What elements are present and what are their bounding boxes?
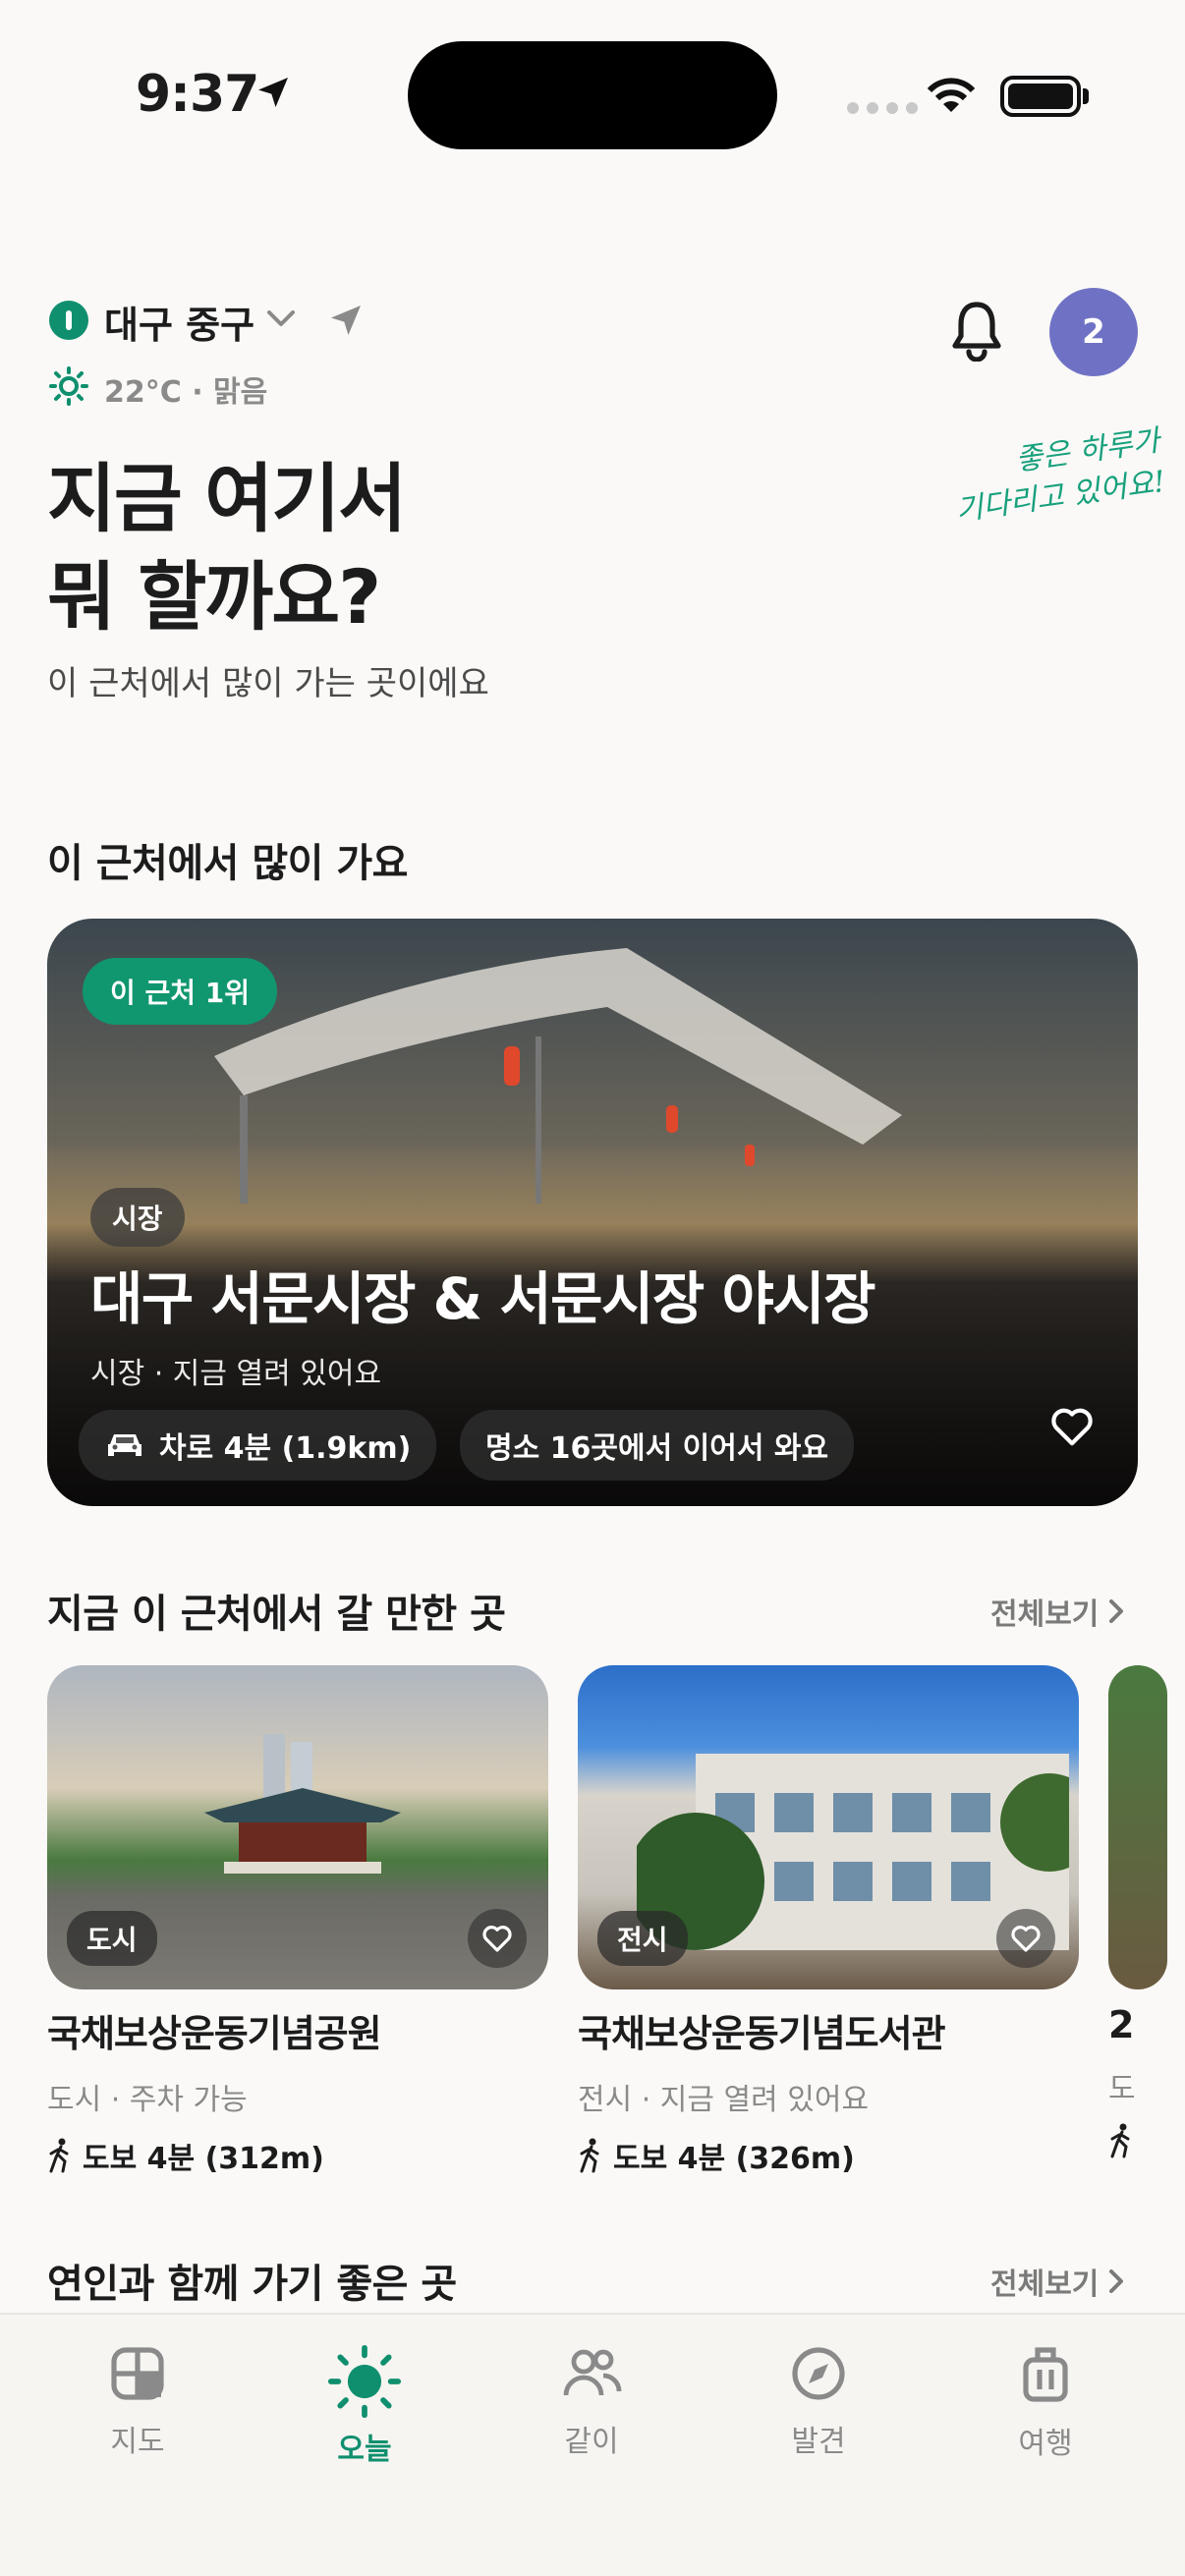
- current-location-icon[interactable]: [326, 301, 366, 340]
- walking-icon: [580, 2138, 599, 2173]
- see-all-couple-link[interactable]: 전체보기: [990, 2260, 1126, 2303]
- featured-place-card[interactable]: 이 근처 1위 시장 대구 서문시장 & 서문시장 야시장 시장 · 지금 열려…: [47, 919, 1138, 1506]
- chevron-down-icon[interactable]: [263, 307, 299, 330]
- tab-label: 여행: [1018, 2427, 1073, 2461]
- linked-places-chip: 명소 16곳에서 이어서 와요: [460, 1410, 855, 1481]
- drive-distance-chip: 차로 4분 (1.9km): [79, 1410, 437, 1481]
- location-label[interactable]: 대구 중구: [104, 295, 254, 349]
- place-meta: 도시 · 주차 가능: [47, 2083, 248, 2117]
- heart-button[interactable]: [468, 1909, 527, 1968]
- market-canopy-illustration: [214, 948, 902, 1204]
- avatar[interactable]: 2: [1049, 288, 1138, 376]
- dynamic-island: [408, 41, 777, 149]
- weather-label: 22°C · 맑음: [104, 375, 268, 410]
- pavilion-illustration: [204, 1734, 401, 1874]
- page-subtitle: 이 근처에서 많이 가는 곳이에요: [47, 664, 489, 703]
- place-name: 2: [1108, 2003, 1134, 2046]
- walk-distance-text: 도보 4분 (312m): [83, 2142, 324, 2176]
- tab-label: 발견: [791, 2425, 846, 2459]
- tab-label: 지도: [110, 2425, 165, 2459]
- sun-icon: [49, 366, 88, 406]
- tab-bar: 지도 오늘 같이 발견 여행: [0, 2313, 1185, 2576]
- chevron-right-icon: [1109, 1599, 1124, 1623]
- location-arrow-icon: [258, 78, 288, 107]
- car-icon: [108, 1434, 141, 1456]
- place-card[interactable]: 도시 국채보상운동기념공원 도시 · 주차 가능 도보 4분 (312m): [47, 1665, 548, 2177]
- rank-badge: 이 근처 1위: [83, 958, 278, 1025]
- heart-icon[interactable]: [1049, 1406, 1095, 1447]
- tab-label: 오늘: [337, 2433, 392, 2467]
- walk-distance: 도보 4분 (326m): [578, 2134, 1079, 2177]
- heart-icon: [482, 1926, 512, 1952]
- place-name: 국채보상운동기념도서관: [578, 2012, 946, 2055]
- place-category-pill: 도시: [67, 1911, 157, 1966]
- chevron-right-icon: [1109, 2269, 1124, 2293]
- section-title-nearby: 지금 이 근처에서 갈 만한 곳: [47, 1592, 506, 1637]
- walk-distance-text: 도보 4분 (326m): [613, 2142, 855, 2176]
- tab-together[interactable]: 같이: [513, 2344, 670, 2460]
- place-meta: 도: [1108, 2072, 1136, 2106]
- battery-cap: [1083, 88, 1089, 104]
- bell-icon[interactable]: [947, 299, 1006, 362]
- tab-travel[interactable]: 여행: [967, 2344, 1124, 2462]
- wifi-icon: [927, 78, 976, 112]
- place-name: 국채보상운동기념공원: [47, 2012, 382, 2055]
- people-icon: [563, 2349, 622, 2396]
- luggage-icon: [1023, 2347, 1068, 2402]
- featured-subtitle: 시장 · 지금 열려 있어요: [90, 1357, 382, 1391]
- place-image: [1108, 1665, 1167, 1989]
- section-title-popular: 이 근처에서 많이 가요: [47, 841, 408, 886]
- battery-icon: [1000, 76, 1081, 117]
- walking-icon: [1110, 2123, 1130, 2158]
- walk-distance: 도보 4분 (312m): [47, 2134, 548, 2177]
- sun-icon: [327, 2344, 402, 2419]
- map-grid-icon: [111, 2347, 164, 2400]
- see-all-nearby-link[interactable]: 전체보기: [990, 1590, 1126, 1633]
- walking-icon: [49, 2138, 69, 2173]
- tab-discover[interactable]: 발견: [740, 2344, 897, 2460]
- place-card[interactable]: 2 도: [1108, 1665, 1185, 2215]
- compass-icon: [792, 2347, 845, 2400]
- place-card[interactable]: 전시 국채보상운동기념도서관 전시 · 지금 열려 있어요 도보 4분 (326…: [578, 1665, 1079, 2177]
- place-image: 도시: [47, 1665, 548, 1989]
- cellular-signal-icon: [847, 102, 918, 114]
- tab-map[interactable]: 지도: [59, 2344, 216, 2460]
- place-category-pill: 전시: [597, 1911, 688, 1966]
- drive-distance-text: 차로 4분 (1.9km): [159, 1431, 412, 1466]
- featured-title: 대구 서문시장 & 서문시장 야시장: [90, 1265, 876, 1332]
- tagline: 좋은 하루가 기다리고 있어요!: [953, 423, 1168, 529]
- tab-label: 같이: [564, 2425, 619, 2459]
- status-time: 9:37: [136, 65, 259, 124]
- section-title-couple: 연인과 함께 가기 좋은 곳: [47, 2262, 457, 2307]
- tab-today[interactable]: 오늘: [286, 2344, 443, 2468]
- see-all-label: 전체보기: [990, 2268, 1100, 2302]
- place-image: 전시: [578, 1665, 1079, 1989]
- place-meta: 전시 · 지금 열려 있어요: [578, 2083, 870, 2117]
- category-pill: 시장: [90, 1188, 185, 1247]
- location-pin-icon: [49, 301, 88, 340]
- heart-icon: [1011, 1926, 1041, 1952]
- page-title: 지금 여기서 뭐 할까요?: [47, 455, 407, 641]
- heart-button[interactable]: [996, 1909, 1055, 1968]
- see-all-label: 전체보기: [990, 1597, 1100, 1632]
